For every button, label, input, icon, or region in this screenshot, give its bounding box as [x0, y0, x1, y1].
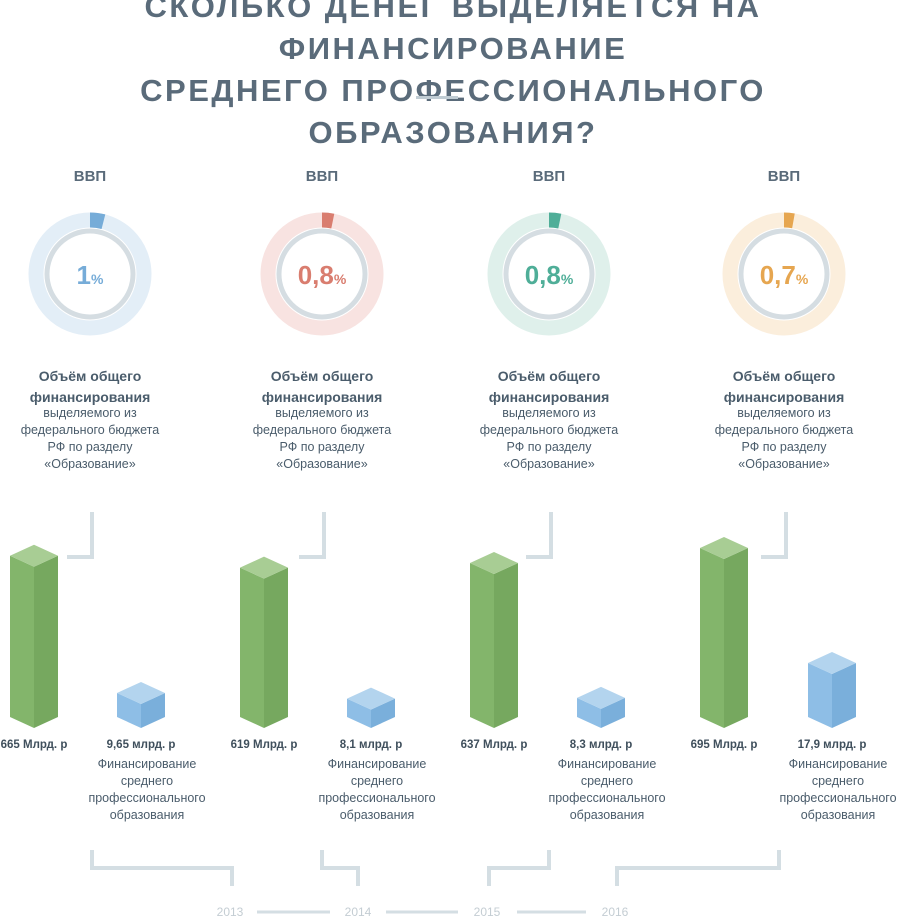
gdp-share-number: 0,8 [525, 260, 561, 290]
spo-value-label: 9,65 млрд. р [107, 739, 176, 751]
total-bar-front [700, 548, 724, 728]
total-bar-front [240, 567, 264, 728]
spo-caption-line: профессионального [779, 791, 896, 805]
gdp-share-arc [783, 212, 795, 229]
description-line: РФ по разделу [507, 440, 593, 454]
bracket-top [299, 512, 326, 559]
description-line: выделяемого из [275, 406, 369, 420]
gdp-share-unit: % [334, 271, 347, 287]
spo-caption-line: Финансирование [789, 757, 888, 771]
year-label: 2014 [345, 905, 372, 917]
spo-caption-line: образования [801, 808, 876, 822]
total-value-label: 695 Млрд. р [691, 739, 758, 751]
spo-value-label: 17,9 млрд. р [798, 739, 867, 751]
description-bold-line: финансирования [262, 389, 383, 405]
description-bold-line: Объём общего [39, 368, 142, 384]
gdp-share-value: 0,8% [525, 260, 574, 290]
description-line: федерального бюджета [21, 423, 160, 437]
gdp-share-unit: % [91, 271, 104, 287]
description-line: выделяемого из [43, 406, 137, 420]
description-line: выделяемого из [502, 406, 596, 420]
spo-value-label: 8,1 млрд. р [340, 739, 402, 751]
total-value-label: 619 Млрд. р [231, 739, 298, 751]
total-bar-side [494, 563, 518, 728]
year-connector [487, 850, 551, 886]
year-connector [320, 850, 360, 886]
gdp-share-arc [548, 212, 562, 229]
description-line: федерального бюджета [480, 423, 619, 437]
description-line: РФ по разделу [742, 440, 828, 454]
spo-caption-line: профессионального [88, 791, 205, 805]
gdp-label: ВВП [768, 168, 800, 185]
spo-bar-front [808, 663, 832, 728]
spo-caption-line: Финансирование [558, 757, 657, 771]
spo-caption-line: образования [340, 808, 415, 822]
gdp-label: ВВП [74, 168, 106, 185]
description-bold-line: Объём общего [498, 368, 601, 384]
gdp-share-number: 0,8 [298, 260, 334, 290]
total-value-label: 637 Млрд. р [461, 739, 528, 751]
year-connector [90, 850, 234, 886]
spo-bar-side [832, 663, 856, 728]
spo-caption-line: профессионального [318, 791, 435, 805]
gdp-share-arc [89, 212, 106, 230]
description-line: «Образование» [738, 457, 829, 471]
description-line: федерального бюджета [253, 423, 392, 437]
total-bar-side [264, 567, 288, 728]
description-bold-line: Объём общего [271, 368, 374, 384]
description-line: «Образование» [503, 457, 594, 471]
description-bold-line: Объём общего [733, 368, 836, 384]
description-line: РФ по разделу [48, 440, 134, 454]
description-line: «Образование» [276, 457, 367, 471]
gdp-share-unit: % [561, 271, 574, 287]
year-connector [615, 850, 781, 886]
gdp-label: ВВП [306, 168, 338, 185]
spo-caption-line: среднего [351, 774, 403, 788]
gdp-share-number: 0,7 [760, 260, 796, 290]
total-bar-side [34, 555, 58, 728]
year-label: 2013 [217, 905, 244, 917]
bracket-top [761, 512, 788, 559]
description-line: «Образование» [44, 457, 135, 471]
spo-caption-line: среднего [581, 774, 633, 788]
total-bar-front [470, 563, 494, 728]
description-line: выделяемого из [737, 406, 831, 420]
gdp-share-value: 0,8% [298, 260, 347, 290]
chart-stage: ВВП1%Объём общегофинансированиявыделяемо… [1, 168, 897, 917]
spo-caption-line: профессионального [548, 791, 665, 805]
year-label: 2015 [474, 905, 501, 917]
gdp-share-unit: % [796, 271, 809, 287]
spo-caption-line: образования [110, 808, 185, 822]
gdp-share-number: 1 [77, 260, 91, 290]
bracket-top [526, 512, 553, 559]
year-label: 2016 [602, 905, 629, 917]
gdp-share-arc [321, 212, 335, 229]
spo-caption-line: среднего [812, 774, 864, 788]
gdp-share-value: 0,7% [760, 260, 809, 290]
spo-caption-line: среднего [121, 774, 173, 788]
description-line: федерального бюджета [715, 423, 854, 437]
gdp-label: ВВП [533, 168, 565, 185]
spo-caption-line: образования [570, 808, 645, 822]
spo-caption-line: Финансирование [98, 757, 197, 771]
description-bold-line: финансирования [489, 389, 610, 405]
spo-caption-line: Финансирование [328, 757, 427, 771]
bracket-top [67, 512, 94, 559]
total-value-label: 665 Млрд. р [1, 739, 68, 751]
description-bold-line: финансирования [30, 389, 151, 405]
gdp-share-value: 1% [77, 260, 104, 290]
description-bold-line: финансирования [724, 389, 845, 405]
spo-value-label: 8,3 млрд. р [570, 739, 632, 751]
description-line: РФ по разделу [280, 440, 366, 454]
total-bar-side [724, 548, 748, 728]
total-bar-front [10, 555, 34, 728]
